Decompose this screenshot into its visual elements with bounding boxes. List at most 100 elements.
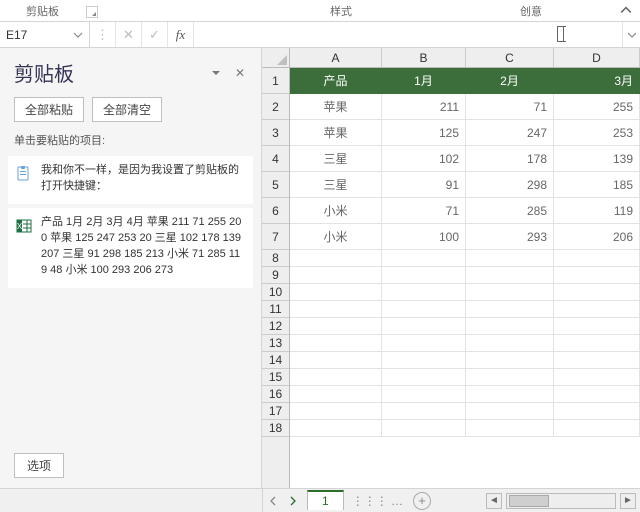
- cell[interactable]: 253: [554, 120, 640, 146]
- cell[interactable]: [382, 267, 466, 284]
- pane-menu-icon[interactable]: [207, 64, 225, 82]
- horizontal-scrollbar[interactable]: ◄ ►: [431, 493, 640, 509]
- row-header[interactable]: 1: [262, 68, 289, 94]
- clipboard-item[interactable]: 我和你不一样，是因为我设置了剪贴板的打开快捷键：: [8, 156, 253, 204]
- cell[interactable]: [466, 301, 554, 318]
- cell[interactable]: [290, 318, 382, 335]
- row-header[interactable]: 10: [262, 284, 289, 301]
- cell-grid[interactable]: 产品1月2月3月苹果21171255苹果125247253三星102178139…: [290, 68, 640, 488]
- cell[interactable]: [290, 301, 382, 318]
- row-header[interactable]: 5: [262, 172, 289, 198]
- cell[interactable]: [466, 284, 554, 301]
- cell[interactable]: [382, 420, 466, 437]
- cell[interactable]: [554, 335, 640, 352]
- close-pane-icon[interactable]: ✕: [231, 64, 249, 82]
- row-header[interactable]: 14: [262, 352, 289, 369]
- cell[interactable]: 206: [554, 224, 640, 250]
- row-header[interactable]: 2: [262, 94, 289, 120]
- row-header[interactable]: 18: [262, 420, 289, 437]
- tab-scroll-right-icon[interactable]: [283, 490, 303, 512]
- cell[interactable]: [382, 284, 466, 301]
- row-header[interactable]: 12: [262, 318, 289, 335]
- cell[interactable]: [290, 403, 382, 420]
- cell[interactable]: 247: [466, 120, 554, 146]
- row-header[interactable]: 4: [262, 146, 289, 172]
- row-header[interactable]: 9: [262, 267, 289, 284]
- cell[interactable]: [554, 250, 640, 267]
- cell[interactable]: [382, 335, 466, 352]
- column-headers[interactable]: ABCD: [290, 48, 640, 68]
- clipboard-launcher-icon[interactable]: [86, 6, 98, 18]
- cell[interactable]: [554, 420, 640, 437]
- cell[interactable]: [382, 386, 466, 403]
- cell[interactable]: 苹果: [290, 94, 382, 120]
- row-header[interactable]: 17: [262, 403, 289, 420]
- formula-input[interactable]: [194, 22, 622, 47]
- cell[interactable]: 139: [554, 146, 640, 172]
- row-headers[interactable]: 123456789101112131415161718: [262, 68, 290, 488]
- cell[interactable]: 185: [554, 172, 640, 198]
- scroll-thumb[interactable]: [509, 495, 549, 507]
- cell[interactable]: [382, 318, 466, 335]
- cell[interactable]: [554, 352, 640, 369]
- row-header[interactable]: 3: [262, 120, 289, 146]
- collapse-ribbon-icon[interactable]: [620, 4, 634, 18]
- cell[interactable]: [466, 369, 554, 386]
- cell[interactable]: [466, 267, 554, 284]
- cell[interactable]: [382, 301, 466, 318]
- cell[interactable]: [554, 369, 640, 386]
- cell[interactable]: [290, 386, 382, 403]
- cell[interactable]: 178: [466, 146, 554, 172]
- cell[interactable]: [554, 267, 640, 284]
- cell[interactable]: [554, 386, 640, 403]
- cell[interactable]: [290, 335, 382, 352]
- name-box[interactable]: E17: [0, 22, 90, 47]
- cell[interactable]: 71: [466, 94, 554, 120]
- cell[interactable]: [466, 403, 554, 420]
- column-header[interactable]: C: [466, 48, 554, 67]
- row-header[interactable]: 8: [262, 250, 289, 267]
- row-header[interactable]: 6: [262, 198, 289, 224]
- tab-scroll-left-icon[interactable]: [263, 490, 283, 512]
- cell[interactable]: 211: [382, 94, 466, 120]
- cell[interactable]: 3月: [554, 68, 640, 94]
- cell[interactable]: 102: [382, 146, 466, 172]
- expand-formula-bar-icon[interactable]: [622, 22, 640, 47]
- cell[interactable]: [554, 403, 640, 420]
- cell[interactable]: [466, 386, 554, 403]
- clipboard-item[interactable]: X产品 1月 2月 3月 4月 苹果 211 71 255 200 苹果 125…: [8, 208, 253, 288]
- clear-all-button[interactable]: 全部清空: [92, 97, 162, 122]
- cell[interactable]: 三星: [290, 172, 382, 198]
- cell[interactable]: [382, 352, 466, 369]
- cell[interactable]: 91: [382, 172, 466, 198]
- cell[interactable]: [466, 420, 554, 437]
- cell[interactable]: [290, 369, 382, 386]
- cell[interactable]: 119: [554, 198, 640, 224]
- cell[interactable]: [554, 284, 640, 301]
- cell[interactable]: [554, 318, 640, 335]
- cell[interactable]: 1月: [382, 68, 466, 94]
- cell[interactable]: [290, 284, 382, 301]
- cell[interactable]: [382, 403, 466, 420]
- column-header[interactable]: A: [290, 48, 382, 67]
- cell[interactable]: [382, 250, 466, 267]
- row-header[interactable]: 13: [262, 335, 289, 352]
- cell[interactable]: 100: [382, 224, 466, 250]
- cell[interactable]: 小米: [290, 224, 382, 250]
- cell[interactable]: [466, 318, 554, 335]
- cell[interactable]: 小米: [290, 198, 382, 224]
- insert-function-button[interactable]: fx: [168, 22, 194, 47]
- cell[interactable]: [290, 420, 382, 437]
- column-header[interactable]: D: [554, 48, 640, 67]
- column-header[interactable]: B: [382, 48, 466, 67]
- cell[interactable]: [466, 250, 554, 267]
- cell[interactable]: 三星: [290, 146, 382, 172]
- cell[interactable]: [290, 267, 382, 284]
- cell[interactable]: 2月: [466, 68, 554, 94]
- select-all-corner[interactable]: [262, 48, 290, 68]
- row-header[interactable]: 11: [262, 301, 289, 318]
- row-header[interactable]: 16: [262, 386, 289, 403]
- cell[interactable]: 285: [466, 198, 554, 224]
- add-sheet-button[interactable]: +: [413, 492, 431, 510]
- cell[interactable]: [382, 369, 466, 386]
